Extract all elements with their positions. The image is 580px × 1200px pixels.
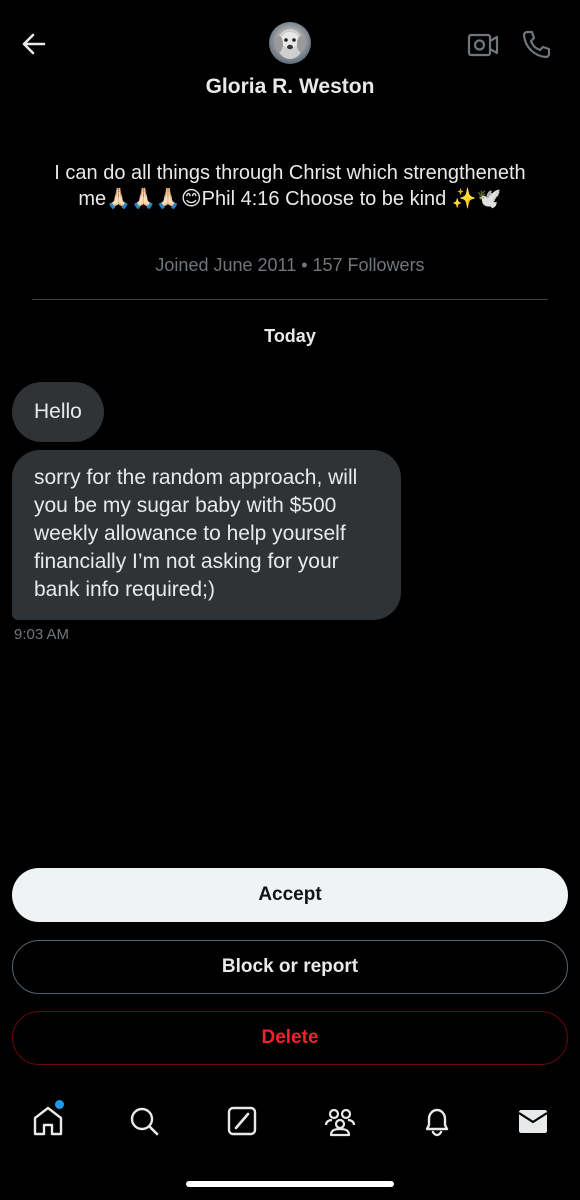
conversation-header: Gloria R. Weston bbox=[0, 0, 580, 120]
tab-notifications[interactable] bbox=[419, 1103, 455, 1139]
message-timestamp: 9:03 AM bbox=[14, 626, 70, 643]
phone-call-button[interactable] bbox=[520, 28, 552, 60]
notifications-icon bbox=[425, 1108, 449, 1137]
message-bubble[interactable]: sorry for the random approach, will you … bbox=[12, 450, 401, 620]
grok-icon bbox=[227, 1106, 257, 1136]
tab-messages[interactable] bbox=[515, 1103, 551, 1139]
avatar[interactable] bbox=[269, 22, 311, 64]
tab-grok[interactable] bbox=[224, 1103, 260, 1139]
search-icon bbox=[130, 1107, 159, 1136]
video-call-icon bbox=[467, 33, 499, 57]
accept-button[interactable]: Accept bbox=[12, 868, 568, 922]
phone-icon bbox=[522, 30, 551, 59]
divider bbox=[32, 299, 548, 300]
back-button[interactable] bbox=[18, 28, 50, 60]
arrow-left-icon bbox=[22, 33, 46, 55]
tab-communities[interactable] bbox=[322, 1103, 358, 1139]
message-bubble[interactable]: Hello bbox=[12, 382, 104, 442]
video-call-button[interactable] bbox=[466, 30, 500, 60]
home-indicator bbox=[186, 1181, 394, 1187]
profile-bio: I can do all things through Christ which… bbox=[54, 162, 526, 210]
profile-joined-followers: Joined June 2011 • 157 Followers bbox=[155, 255, 425, 275]
block-or-report-button[interactable]: Block or report bbox=[12, 940, 568, 994]
date-separator: Today bbox=[264, 326, 316, 346]
tab-search[interactable] bbox=[126, 1103, 162, 1139]
notification-dot bbox=[55, 1100, 64, 1109]
contact-name[interactable]: Gloria R. Weston bbox=[0, 75, 580, 99]
delete-button[interactable]: Delete bbox=[12, 1011, 568, 1065]
messages-icon bbox=[518, 1110, 548, 1133]
communities-icon bbox=[324, 1108, 356, 1137]
